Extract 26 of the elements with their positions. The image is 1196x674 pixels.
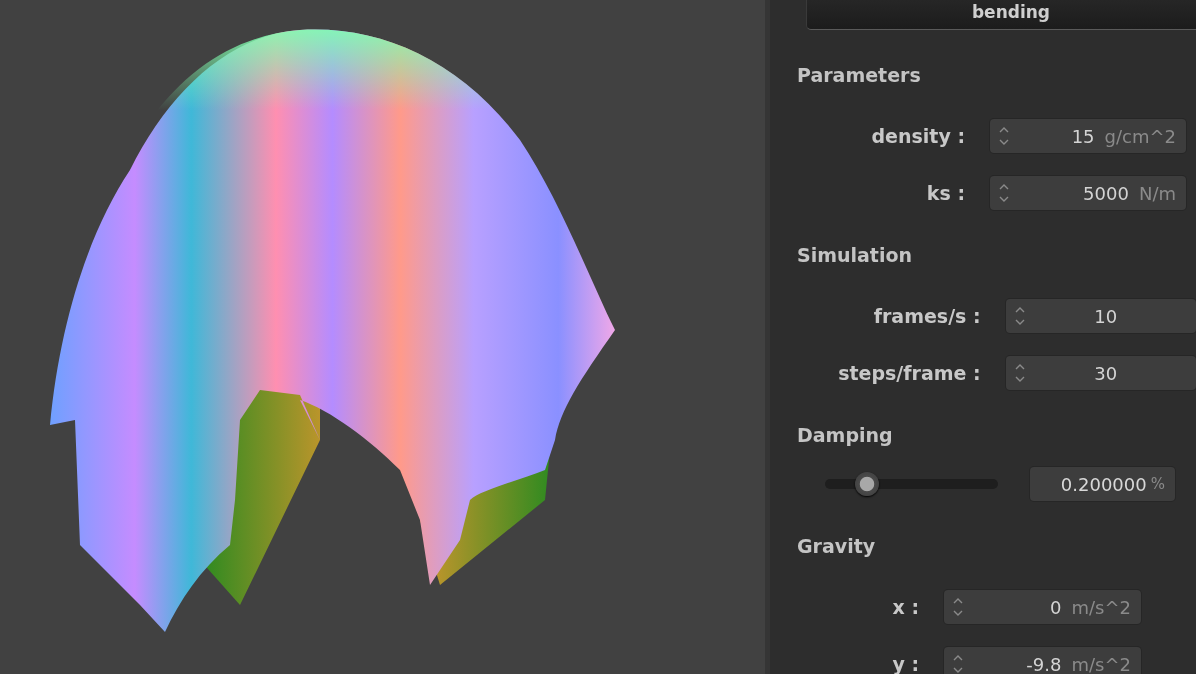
field-label: ks :	[925, 182, 965, 204]
field-label: frames/s :	[872, 305, 981, 327]
number-field[interactable]: 0.200000 %	[1030, 467, 1175, 501]
field-label: steps/frame :	[837, 362, 981, 384]
3d-viewport[interactable]	[0, 0, 765, 674]
spin-box[interactable]: 10	[1005, 299, 1196, 333]
spin-arrows-icon[interactable]	[952, 596, 964, 618]
field-label: density :	[870, 125, 965, 147]
slider-thumb[interactable]	[854, 472, 879, 496]
spin-arrows-icon[interactable]	[952, 653, 964, 674]
section-heading: Parameters	[797, 63, 921, 87]
spin-arrows-icon[interactable]	[998, 182, 1010, 204]
section-heading: Gravity	[797, 534, 876, 558]
spin-arrows-icon[interactable]	[1013, 362, 1026, 384]
spin-box[interactable]: 30	[1005, 356, 1196, 390]
mode-button[interactable]: bending	[806, 0, 1196, 30]
spin-box[interactable]: -9.8 m/s^2	[944, 647, 1141, 674]
section-heading: Simulation	[797, 243, 913, 267]
section-heading: Damping	[797, 423, 893, 447]
slider-track[interactable]	[825, 472, 998, 496]
spin-arrows-icon[interactable]	[1013, 305, 1026, 327]
field-label: x :	[891, 596, 919, 618]
spin-box[interactable]: 15 g/cm^2	[990, 119, 1186, 153]
spin-box[interactable]: 5000 N/m	[990, 176, 1186, 210]
spin-box[interactable]: 0 m/s^2	[944, 590, 1141, 624]
spin-arrows-icon[interactable]	[998, 125, 1010, 147]
